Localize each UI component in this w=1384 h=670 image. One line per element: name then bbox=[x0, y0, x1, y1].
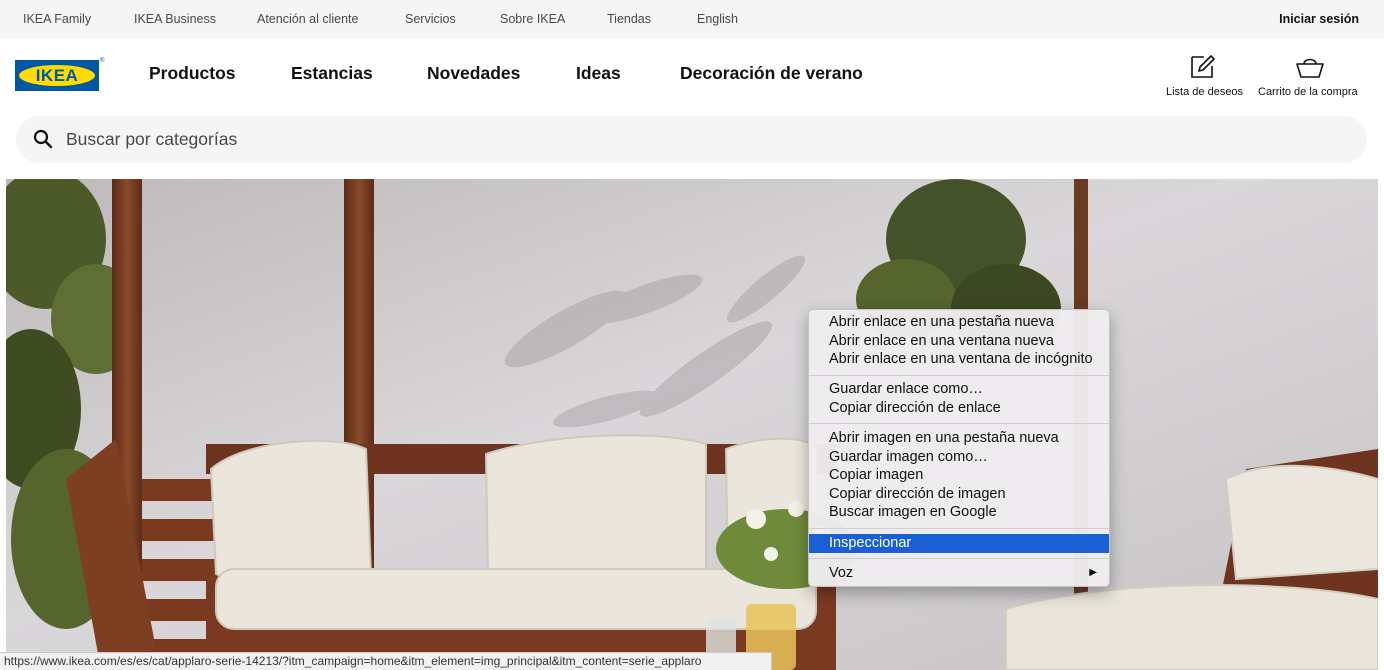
menu-separator bbox=[809, 423, 1109, 424]
wishlist-icon[interactable] bbox=[1189, 54, 1217, 85]
menu-item-copy-image-address[interactable]: Copiar dirección de imagen bbox=[809, 485, 1109, 504]
topbar-link-atencion-cliente[interactable]: Atención al cliente bbox=[257, 12, 358, 26]
nav-productos[interactable]: Productos bbox=[149, 63, 236, 84]
menu-item-copy-link-address[interactable]: Copiar dirección de enlace bbox=[809, 399, 1109, 418]
hero-illustration bbox=[6, 179, 1378, 670]
topbar-link-ikea-family[interactable]: IKEA Family bbox=[23, 12, 91, 26]
logo-oval: IKEA bbox=[19, 65, 95, 86]
logo-text: IKEA bbox=[35, 66, 79, 85]
menu-separator bbox=[809, 558, 1109, 559]
menu-item-save-link-as[interactable]: Guardar enlace como… bbox=[809, 380, 1109, 399]
context-menu: Abrir enlace en una pestaña nueva Abrir … bbox=[808, 309, 1110, 587]
nav-estancias[interactable]: Estancias bbox=[291, 63, 373, 84]
cart-label[interactable]: Carrito de la compra bbox=[1258, 86, 1358, 98]
menu-item-open-link-new-window[interactable]: Abrir enlace en una ventana nueva bbox=[809, 332, 1109, 351]
cart-icon[interactable] bbox=[1295, 55, 1325, 84]
wishlist-label[interactable]: Lista de deseos bbox=[1166, 86, 1243, 98]
topbar-link-sobre-ikea[interactable]: Sobre IKEA bbox=[500, 12, 565, 26]
menu-item-open-link-new-tab[interactable]: Abrir enlace en una pestaña nueva bbox=[809, 313, 1109, 332]
topbar-link-servicios[interactable]: Servicios bbox=[405, 12, 456, 26]
nav-decoracion-verano[interactable]: Decoración de verano bbox=[680, 63, 863, 84]
utility-bar: IKEA Family IKEA Business Atención al cl… bbox=[0, 0, 1384, 38]
menu-item-voice[interactable]: Voz ▶ bbox=[809, 564, 1109, 583]
search-icon[interactable] bbox=[33, 129, 53, 154]
menu-item-open-image-new-tab[interactable]: Abrir imagen en una pestaña nueva bbox=[809, 429, 1109, 448]
menu-item-save-image-as[interactable]: Guardar imagen como… bbox=[809, 448, 1109, 467]
menu-item-voice-label: Voz bbox=[829, 565, 854, 581]
login-link[interactable]: Iniciar sesión bbox=[1279, 12, 1359, 26]
menu-item-copy-image[interactable]: Copiar imagen bbox=[809, 466, 1109, 485]
menu-item-inspect[interactable]: Inspeccionar bbox=[809, 534, 1109, 553]
topbar-link-english[interactable]: English bbox=[697, 12, 738, 26]
topbar-link-ikea-business[interactable]: IKEA Business bbox=[134, 12, 216, 26]
search-bar[interactable] bbox=[16, 116, 1367, 163]
hero-image[interactable] bbox=[6, 179, 1378, 670]
menu-item-search-image-google[interactable]: Buscar imagen en Google bbox=[809, 503, 1109, 522]
status-bar-url: https://www.ikea.com/es/es/cat/applaro-s… bbox=[0, 652, 772, 670]
topbar-link-tiendas[interactable]: Tiendas bbox=[607, 12, 651, 26]
submenu-arrow-icon: ▶ bbox=[1089, 567, 1097, 578]
menu-separator bbox=[809, 528, 1109, 529]
search-input[interactable] bbox=[66, 116, 1316, 163]
registered-mark: ® bbox=[100, 58, 105, 64]
menu-item-open-link-incognito[interactable]: Abrir enlace en una ventana de incógnito bbox=[809, 350, 1109, 369]
nav-novedades[interactable]: Novedades bbox=[427, 63, 520, 84]
ikea-logo[interactable]: IKEA bbox=[15, 60, 99, 91]
menu-separator bbox=[809, 375, 1109, 376]
nav-ideas[interactable]: Ideas bbox=[576, 63, 621, 84]
